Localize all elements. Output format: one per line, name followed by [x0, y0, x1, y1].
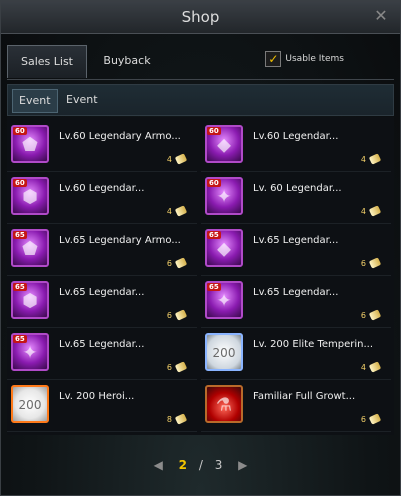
subtab-event-1[interactable]: Event	[12, 89, 58, 113]
price-value: 6	[166, 258, 172, 268]
item-name: Lv.65 Legendary Armo...	[59, 235, 181, 246]
usable-items-toggle[interactable]: ✓ Usable Items	[265, 51, 344, 67]
price-value: 6	[360, 310, 366, 320]
item-name: Lv.65 Legendar...	[59, 339, 145, 350]
price-value: 6	[166, 310, 172, 320]
item-price: 4	[167, 153, 187, 165]
item-name: Lv. 200 Elite Temperin...	[253, 339, 374, 350]
list-item[interactable]: 65 ◆ Lv.65 Legendar... 6	[201, 225, 391, 276]
price-value: 6	[360, 258, 366, 268]
price-value: 4	[360, 154, 366, 164]
amulet-icon: 60 ✦	[205, 177, 243, 215]
checkbox-icon[interactable]: ✓	[265, 51, 282, 67]
item-name: Lv.60 Legendar...	[59, 183, 145, 194]
list-item[interactable]: 60 ◆ Lv.60 Legendar... 4	[201, 121, 391, 172]
item-name: Lv.65 Legendar...	[253, 287, 339, 298]
chevron-right-icon[interactable]: ▶	[230, 458, 255, 472]
list-item[interactable]: 65 ✦ Lv.65 Legendar... 6	[201, 277, 391, 328]
list-item[interactable]: 60 ⬟ Lv.60 Legendary Armo... 4	[7, 121, 197, 172]
close-icon[interactable]: ✕	[372, 7, 390, 25]
scroll-icon	[369, 413, 381, 425]
list-item[interactable]: 60 ✦ Lv. 60 Legendar... 4	[201, 173, 391, 224]
gem-icon: 65 ◆	[205, 229, 243, 267]
price-value: 4	[166, 206, 172, 216]
scroll-icon	[369, 153, 381, 165]
price-value: 4	[360, 362, 366, 372]
scroll-icon	[175, 153, 187, 165]
armor-icon: 60 ⬢	[11, 177, 49, 215]
item-price: 8	[167, 413, 187, 425]
item-price: 6	[361, 309, 381, 321]
item-price: 4	[361, 205, 381, 217]
total-pages: 3	[214, 457, 223, 472]
list-item[interactable]: 60 ⬢ Lv.60 Legendar... 4	[7, 173, 197, 224]
scroll-icon	[175, 361, 187, 373]
armor-icon: 65 ⬢	[11, 281, 49, 319]
pagination: ◀ 2 / 3 ▶	[1, 457, 400, 481]
tab-bar: Sales List Buyback ✓ Usable Items	[7, 45, 394, 80]
item-name: Lv.65 Legendar...	[59, 287, 145, 298]
title-bar: Shop ✕	[1, 1, 400, 34]
scroll-icon	[369, 361, 381, 373]
shield-icon: 65 ⬟	[11, 229, 49, 267]
scroll-icon	[369, 205, 381, 217]
tab-sales-list[interactable]: Sales List	[7, 45, 87, 78]
page-separator: /	[198, 457, 203, 472]
ticket-icon: 200	[205, 333, 243, 371]
price-value: 8	[166, 414, 172, 424]
price-value: 4	[166, 154, 172, 164]
item-price: 6	[167, 361, 187, 373]
item-price: 6	[361, 257, 381, 269]
item-price: 4	[361, 361, 381, 373]
window-title: Shop	[181, 8, 220, 26]
item-name: Lv.60 Legendary Armo...	[59, 131, 181, 142]
item-name: Lv. 200 Heroi...	[59, 391, 135, 402]
tab-buyback[interactable]: Buyback	[91, 45, 163, 77]
scroll-icon	[175, 413, 187, 425]
shield-icon: 60 ⬟	[11, 125, 49, 163]
item-name: Familiar Full Growt...	[253, 391, 356, 402]
amulet-icon: 65 ✦	[11, 333, 49, 371]
gem-icon: 60 ◆	[205, 125, 243, 163]
item-price: 6	[167, 257, 187, 269]
price-value: 6	[360, 414, 366, 424]
price-value: 4	[360, 206, 366, 216]
item-name: Lv.65 Legendar...	[253, 235, 339, 246]
item-price: 4	[361, 153, 381, 165]
item-price: 4	[167, 205, 187, 217]
scroll-icon	[175, 309, 187, 321]
chevron-left-icon[interactable]: ◀	[146, 458, 171, 472]
list-item[interactable]: 200 Lv. 200 Elite Temperin... 4	[201, 329, 391, 380]
item-price: 6	[167, 309, 187, 321]
potion-icon: ⚗	[205, 385, 243, 423]
list-item[interactable]: 65 ⬢ Lv.65 Legendar... 6	[7, 277, 197, 328]
ticket-icon: 200	[11, 385, 49, 423]
scroll-icon	[369, 257, 381, 269]
current-page: 2	[178, 457, 187, 472]
usable-items-label: Usable Items	[285, 54, 344, 64]
shop-window: Shop ✕ Sales List Buyback ✓ Usable Items…	[0, 0, 401, 496]
price-value: 6	[166, 362, 172, 372]
category-subtabs: Event Event	[7, 84, 394, 116]
item-price: 6	[361, 413, 381, 425]
list-item[interactable]: 65 ⬟ Lv.65 Legendary Armo... 6	[7, 225, 197, 276]
scroll-icon	[175, 257, 187, 269]
scroll-icon	[175, 205, 187, 217]
list-item[interactable]: ⚗ Familiar Full Growt... 6	[201, 381, 391, 432]
amulet-icon: 65 ✦	[205, 281, 243, 319]
list-item[interactable]: 200 Lv. 200 Heroi... 8	[7, 381, 197, 432]
item-grid: 60 ⬟ Lv.60 Legendary Armo... 4 60 ◆ Lv.60 …	[7, 117, 394, 435]
list-item[interactable]: 65 ✦ Lv.65 Legendar... 6	[7, 329, 197, 380]
item-name: Lv. 60 Legendar...	[253, 183, 342, 194]
subtab-event-2[interactable]: Event	[60, 89, 104, 111]
item-name: Lv.60 Legendar...	[253, 131, 339, 142]
scroll-icon	[369, 309, 381, 321]
